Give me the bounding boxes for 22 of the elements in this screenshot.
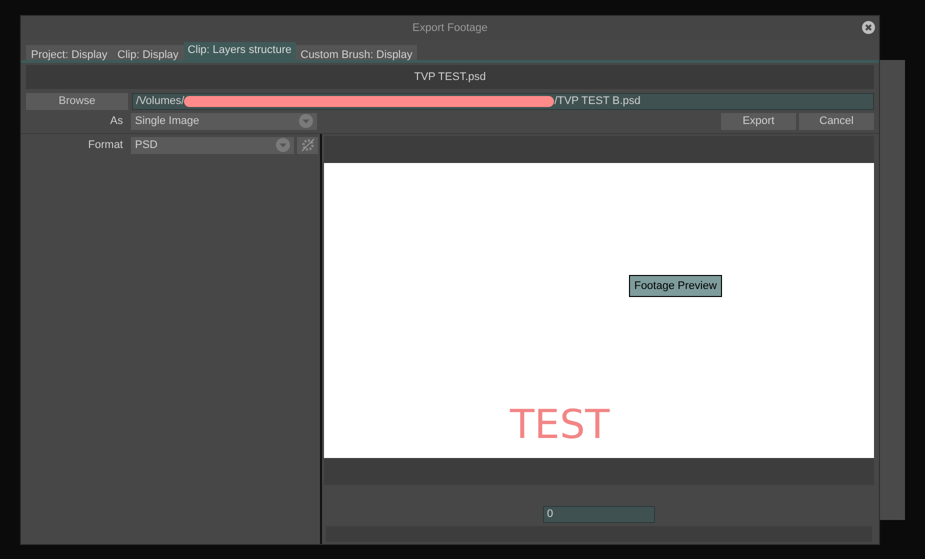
path-field[interactable]: /Volumes/ /TVP TEST B.psd (132, 92, 874, 110)
settings-icon (300, 138, 314, 152)
browse-button[interactable]: Browse (26, 92, 128, 110)
as-label: As (109, 114, 123, 129)
sketch-text: TEST (510, 403, 610, 447)
frame-field[interactable]: 0 (543, 506, 655, 523)
tab[interactable]: Clip: Layers structure (184, 42, 296, 60)
file-name: TVP TEST.psd (414, 70, 486, 85)
tab[interactable]: Custom Brush: Display (296, 45, 418, 60)
export-button[interactable]: Export (721, 112, 796, 130)
close-icon[interactable] (862, 21, 875, 34)
tab[interactable]: Clip: Display (112, 45, 184, 60)
format-label: Format (87, 138, 123, 153)
tab[interactable]: Project: Display (26, 45, 112, 60)
dropdown-caret-icon (299, 114, 313, 128)
cancel-button[interactable]: Cancel (799, 112, 874, 130)
window-title: Export Footage (412, 20, 488, 36)
settings-button[interactable] (297, 136, 318, 154)
format-dropdown[interactable]: PSD (131, 136, 294, 154)
dropdown-caret-icon (276, 138, 290, 152)
as-dropdown[interactable]: Single Image (131, 112, 317, 130)
footage-preview-button[interactable]: Footage Preview (629, 275, 722, 297)
